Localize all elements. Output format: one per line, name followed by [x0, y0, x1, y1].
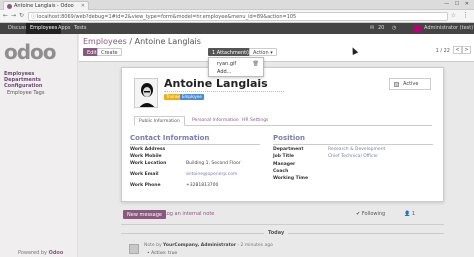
back-icon[interactable]: ← [3, 12, 8, 19]
chat-icon[interactable]: ✉ [370, 23, 374, 34]
control-panel: Employees / Antoine Langlais Edit Create… [79, 34, 474, 62]
activity-icon[interactable]: ◷ [392, 23, 396, 34]
label-work-address: Work Address [130, 147, 166, 152]
message-meta: Note by YourCompany, Administrator - 2 m… [144, 243, 273, 248]
value-department[interactable]: Research & Development [328, 147, 385, 152]
label-work-mobile: Work Mobile [130, 154, 162, 159]
powered-by-brand[interactable]: Odoo [49, 250, 64, 256]
bookmark-star-icon[interactable]: ☆ [451, 12, 456, 19]
forward-icon[interactable]: → [11, 12, 16, 19]
employee-photo[interactable] [134, 78, 158, 108]
label-work-location: Work Location [130, 161, 167, 166]
followers-button[interactable]: 👤 1 [401, 210, 418, 219]
delete-attachment-icon[interactable]: 🗑 [253, 61, 259, 67]
position-divider [273, 144, 433, 145]
window-controls[interactable]: — ☐ ✕ [444, 1, 471, 7]
address-bar[interactable]: ⓘ localhost:8069/web?debug=1#id=2&view_t… [28, 12, 448, 21]
following-button[interactable]: ✔ Following [353, 210, 388, 219]
label-coach: Coach [273, 169, 289, 174]
breadcrumb-current: Antoine Langlais [134, 37, 201, 46]
sidebar-item-employee-tags[interactable]: Employee Tags [7, 90, 44, 96]
tab-title: Antoine Langlais - Odoo [14, 3, 74, 9]
create-button[interactable]: Create [97, 48, 122, 56]
followers-count: 1 [411, 211, 416, 217]
odoo-topbar: Discuss Employees Apps Tests ✉ 20 ◷ Admi… [0, 23, 474, 34]
breadcrumb-separator: / [129, 37, 133, 46]
app-tests[interactable]: Tests [70, 23, 90, 34]
tab-public-information[interactable]: Public Information [134, 116, 185, 126]
user-avatar[interactable] [414, 25, 421, 32]
label-manager: Manager [273, 162, 296, 167]
odoo-favicon-icon [7, 4, 12, 9]
note-prefix: Note by [144, 243, 162, 248]
browser-toolbar: ← → ↻ ⓘ localhost:8069/web?debug=1#id=2&… [0, 10, 474, 23]
label-work-email: Work Email [130, 172, 159, 177]
user-icon: 👤 [404, 211, 412, 217]
archive-icon [394, 82, 399, 87]
job-position-field[interactable] [164, 91, 284, 92]
browser-tab[interactable]: Antoine Langlais - Odoo ✕ [3, 1, 89, 10]
sidebar-item-configuration[interactable]: Configuration [4, 83, 42, 89]
info-icon: ⓘ [31, 14, 37, 20]
message-body: • Active: true [147, 251, 178, 256]
close-tab-icon[interactable]: ✕ [81, 2, 85, 10]
user-menu[interactable]: Administrator (test) [424, 23, 473, 34]
odoo-logo: odoo [4, 40, 57, 64]
contact-divider [130, 144, 260, 145]
reload-icon[interactable]: ↻ [19, 12, 24, 19]
url-text: localhost:8069/web?debug=1#id=2&view_typ… [37, 14, 297, 20]
label-work-phone: Work Phone [130, 183, 161, 188]
breadcrumb: Employees / Antoine Langlais [83, 37, 201, 46]
add-attachment[interactable]: Add... [217, 69, 231, 75]
tab-personal-information[interactable]: Personal Information [188, 116, 243, 126]
browser-titlebar: Antoine Langlais - Odoo ✕ — ☐ ✕ [0, 0, 474, 10]
notification-count[interactable]: 20 [378, 23, 384, 34]
pager-next-button[interactable]: > [462, 46, 471, 54]
browser-window: Antoine Langlais - Odoo ✕ — ☐ ✕ ← → ↻ ⓘ … [0, 0, 474, 257]
log-note-button[interactable]: Log an internal note [161, 210, 217, 219]
active-toggle-button[interactable]: Active [389, 78, 431, 90]
value-work-location: Building 1, Second Floor [186, 161, 241, 166]
message-author-avatar[interactable] [129, 244, 139, 254]
label-working-time: Working Time [273, 176, 308, 181]
employee-name: Antoine Langlais [164, 77, 268, 90]
chatter-divider [121, 224, 444, 225]
new-message-button[interactable]: New message [123, 210, 166, 219]
value-work-phone: +3281813700 [186, 183, 219, 188]
pager-prev-button[interactable]: < [453, 46, 462, 54]
form-tabs: Public Information Personal Information … [134, 116, 432, 126]
left-sidebar: odoo Employees Departments Configuration… [0, 34, 78, 257]
powered-by-label: Powered by [18, 250, 47, 256]
pager-value[interactable]: 1 / 22 [436, 48, 450, 54]
position-title: Position [273, 134, 306, 142]
browser-menu-icon[interactable]: ⋮ [462, 11, 469, 19]
label-job-title: Job Title [273, 154, 294, 159]
powered-by: Powered by Odoo [18, 250, 63, 256]
active-label: Active [403, 81, 419, 87]
following-label: Following [361, 211, 386, 217]
today-label: Today [264, 230, 289, 236]
value-work-email[interactable]: antoine@openerp.com [186, 172, 237, 177]
tag-employee[interactable]: Employee [180, 94, 204, 100]
message-time: - 2 minutes ago [237, 243, 273, 248]
label-department: Department [273, 147, 304, 152]
form-view: Antoine Langlais Trainee Employee Active… [79, 62, 474, 257]
value-job-title[interactable]: Chief Technical Officer [328, 154, 378, 159]
contact-information-title: Contact Information [130, 134, 210, 142]
form-sheet: Antoine Langlais Trainee Employee Active… [121, 67, 444, 202]
tab-hr-settings[interactable]: HR Settings [238, 116, 272, 126]
action-button[interactable]: Action ▾ [249, 48, 277, 56]
message-author[interactable]: YourCompany, Administrator [163, 243, 236, 248]
breadcrumb-employees[interactable]: Employees [83, 37, 127, 46]
attachment-dropdown: ryan.gif 🗑 Add... [208, 57, 264, 77]
employee-photo-image [135, 79, 157, 107]
attachment-file[interactable]: ryan.gif [217, 61, 236, 67]
